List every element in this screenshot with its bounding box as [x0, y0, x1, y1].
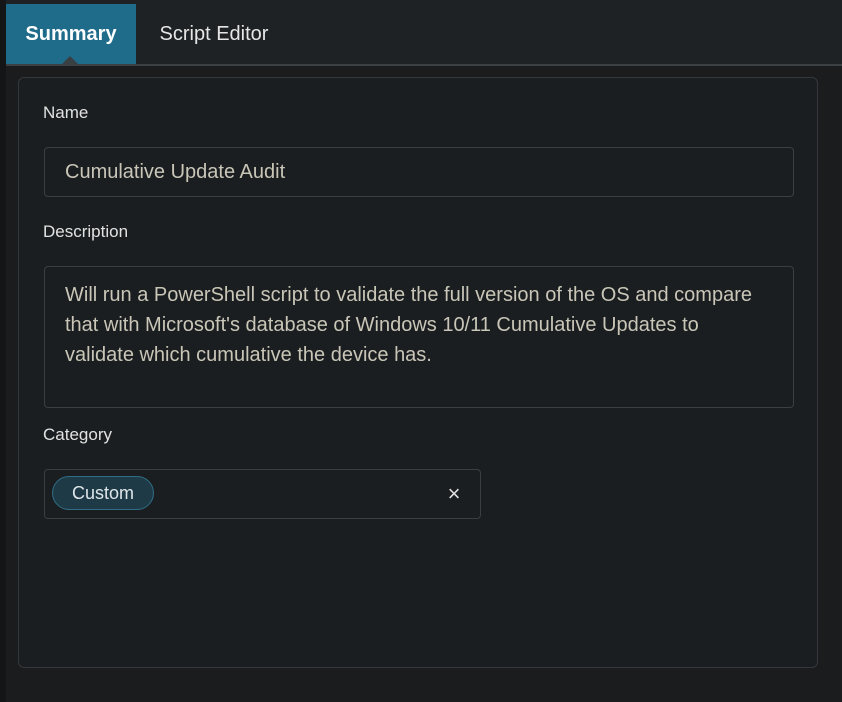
category-chip-custom[interactable]: Custom — [52, 476, 155, 510]
description-textarea[interactable]: Will run a PowerShell script to validate… — [44, 266, 794, 408]
clear-icon[interactable]: × — [442, 482, 466, 506]
left-edge — [0, 0, 6, 702]
category-select[interactable]: Custom × — [44, 469, 481, 519]
category-label: Category — [43, 425, 112, 444]
name-label: Name — [43, 103, 89, 122]
active-tab-caret-icon — [61, 56, 79, 65]
tab-script-editor[interactable]: Script Editor — [136, 4, 292, 64]
name-input[interactable]: Cumulative Update Audit — [44, 147, 794, 197]
tab-summary[interactable]: Summary — [6, 4, 136, 64]
tab-bar: Summary Script Editor — [6, 0, 842, 66]
description-label: Description — [43, 222, 129, 241]
